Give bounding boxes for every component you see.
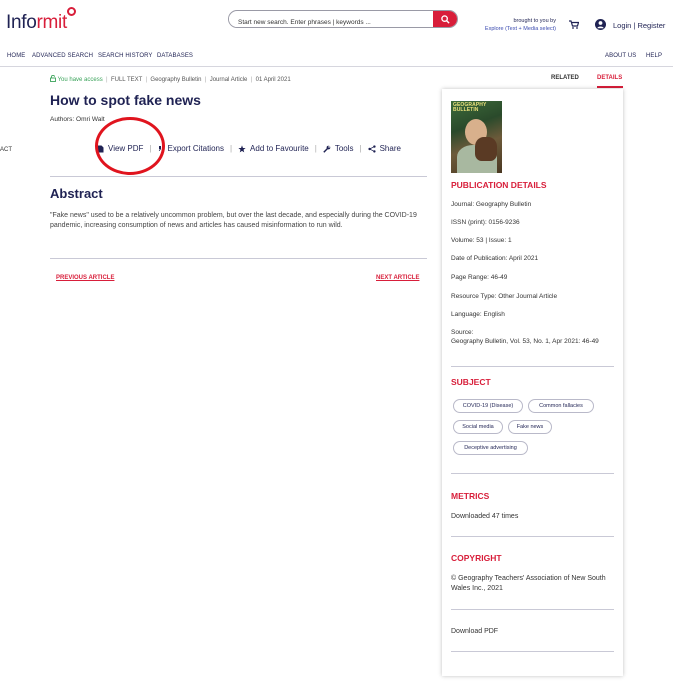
access-status: You have access <box>57 77 103 83</box>
nav-advanced-search[interactable]: ADVANCED SEARCH <box>32 53 93 59</box>
add-to-favourite-label: Add to Favourite <box>250 144 309 153</box>
search-input[interactable] <box>229 14 429 27</box>
full-text-badge: FULL TEXT <box>110 77 143 83</box>
logo-text-accent: rmit <box>36 12 68 33</box>
journal-name: Geography Bulletin <box>150 77 202 83</box>
search-button[interactable] <box>433 11 457 27</box>
page-title: How to spot fake news <box>50 92 201 108</box>
institution-info: brought to you by Explore (Text + Media … <box>472 17 556 33</box>
wrench-icon <box>323 145 331 153</box>
abstract-text: "Fake news" used to be a relatively unco… <box>50 212 417 229</box>
login-register-link[interactable]: Login | Register <box>613 21 665 30</box>
share-button[interactable]: Share <box>367 144 401 153</box>
publication-details-heading: PUBLICATION DETAILS <box>451 180 547 190</box>
cover-bird <box>475 137 497 161</box>
tab-related[interactable]: RELATED <box>551 75 579 81</box>
logo-ring-icon <box>67 7 76 16</box>
subject-chip-social-media[interactable]: Social media <box>453 420 503 434</box>
panel-divider-5 <box>451 651 614 652</box>
panel-divider-3 <box>451 536 614 537</box>
detail-language: Language: English <box>451 311 505 318</box>
cover-title: GEOGRAPHY BULLETIN <box>453 102 487 113</box>
copyright-heading: COPYRIGHT <box>451 553 502 563</box>
detail-source-text: Geography Bulletin, Vol. 53, No. 1, Apr … <box>451 338 599 345</box>
next-article-link[interactable]: NEXT ARTICLE <box>376 275 419 281</box>
detail-date: Date of Publication: April 2021 <box>451 255 539 262</box>
nav-search-history[interactable]: SEARCH HISTORY <box>98 53 153 59</box>
tab-details[interactable]: DETAILS <box>597 75 622 81</box>
detail-page-range: Page Range: 46-49 <box>451 274 508 281</box>
nav-about-us[interactable]: ABOUT US <box>605 53 636 59</box>
article-date: 01 April 2021 <box>255 77 291 83</box>
journal-cover-image[interactable]: GEOGRAPHY BULLETIN <box>451 101 502 173</box>
subject-chip-deceptive-advertising[interactable]: Deceptive advertising <box>453 441 528 455</box>
tools-button[interactable]: Tools <box>323 144 354 153</box>
panel-divider-4 <box>451 609 614 610</box>
copyright-text: © Geography Teachers' Association of New… <box>451 575 606 592</box>
nav-divider <box>0 66 673 67</box>
subject-chip-fake-news[interactable]: Fake news <box>508 420 552 434</box>
detail-source-label: Source: <box>451 329 474 336</box>
logo-text-main: Info <box>6 12 37 33</box>
search-bar <box>228 10 458 28</box>
nav-home[interactable]: HOME <box>7 53 25 59</box>
metrics-heading: METRICS <box>451 491 490 501</box>
search-icon <box>440 14 450 24</box>
export-citations-label: Export Citations <box>167 144 224 153</box>
brought-to-you-label: brought to you by <box>513 18 556 24</box>
annotation-circle <box>95 117 165 175</box>
detail-journal: Journal: Geography Bulletin <box>451 201 532 208</box>
toolbar-divider <box>50 176 427 177</box>
subject-heading: SUBJECT <box>451 377 491 387</box>
informit-logo[interactable]: Informit <box>6 7 76 34</box>
add-to-favourite-button[interactable]: Add to Favourite <box>238 144 309 153</box>
panel-divider-1 <box>451 366 614 367</box>
tools-label: Tools <box>334 144 354 153</box>
export-citations-button[interactable]: Export Citations <box>158 144 224 153</box>
authors: Authors: Omri Walt <box>50 116 105 123</box>
detail-resource-type: Resource Type: Other Journal Article <box>451 293 558 300</box>
abstract-divider <box>50 258 427 259</box>
article-type: Journal Article <box>209 77 248 83</box>
cart-icon[interactable] <box>569 20 579 29</box>
institution-name[interactable]: Explore (Text + Media select) <box>472 25 556 33</box>
unlock-icon <box>50 74 56 82</box>
star-icon <box>238 144 246 152</box>
share-label: Share <box>379 144 401 153</box>
abstract-heading: Abstract <box>50 186 103 201</box>
user-account-icon[interactable] <box>595 19 606 30</box>
detail-volume: Volume: 53 | Issue: 1 <box>451 237 512 244</box>
download-pdf-link[interactable]: Download PDF <box>451 627 498 636</box>
share-icon <box>367 144 376 153</box>
subject-chip-covid[interactable]: COVID-19 (Disease) <box>453 399 523 413</box>
previous-article-link[interactable]: PREVIOUS ARTICLE <box>56 275 114 281</box>
left-edge-label: ACT <box>0 147 12 153</box>
article-meta: You have access | FULL TEXT | Geography … <box>50 74 291 83</box>
detail-issn: ISSN (print): 0156-9236 <box>451 219 520 226</box>
metrics-downloads: Downloaded 47 times <box>451 513 519 520</box>
nav-databases[interactable]: DATABASES <box>157 53 193 59</box>
subject-chip-common-fallacies[interactable]: Common fallacies <box>528 399 594 413</box>
nav-help[interactable]: HELP <box>646 53 662 59</box>
active-tab-indicator <box>597 86 623 88</box>
panel-divider-2 <box>451 473 614 474</box>
